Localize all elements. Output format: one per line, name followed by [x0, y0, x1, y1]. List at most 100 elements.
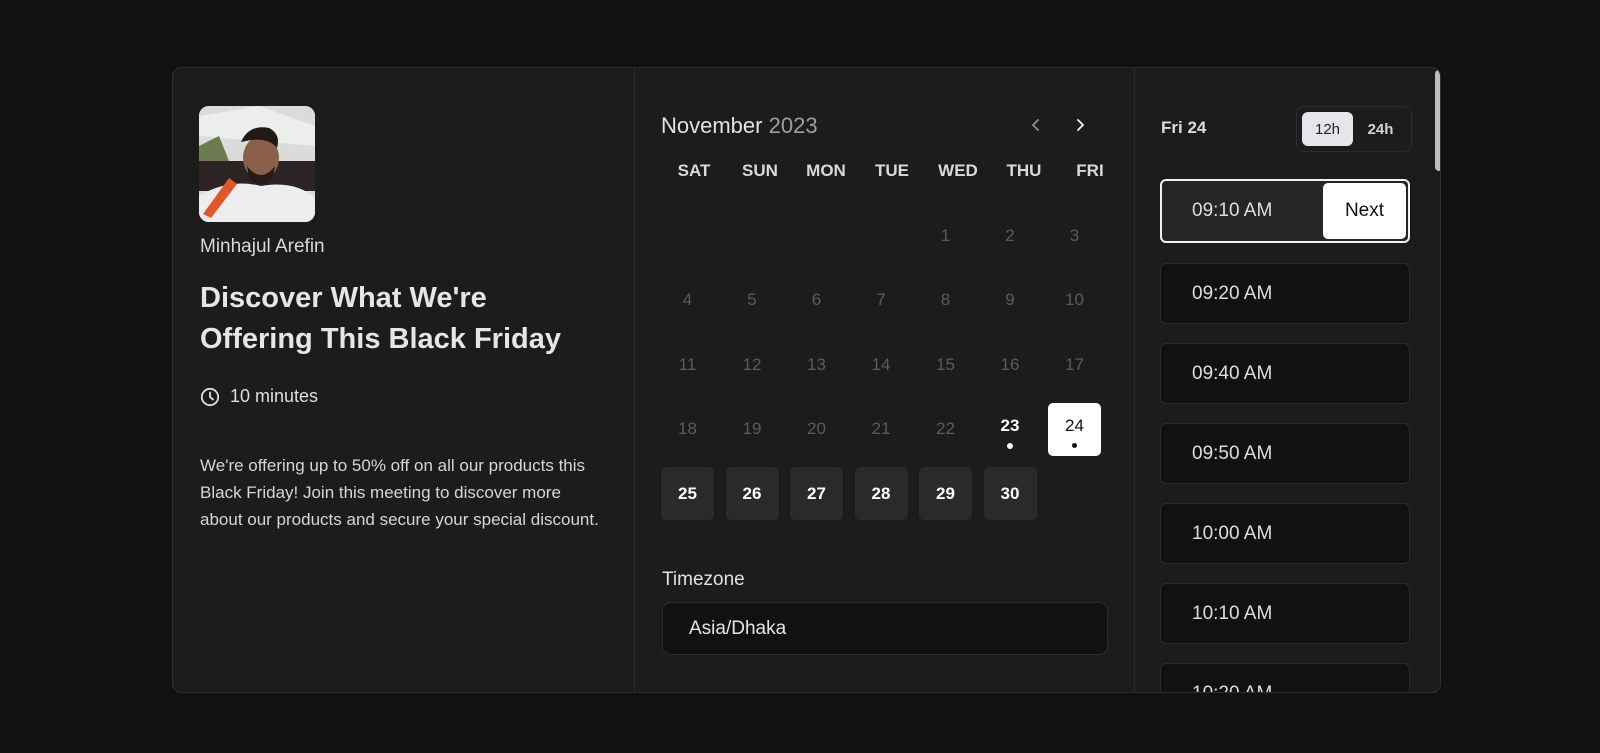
- selected-date-label: Fri 24: [1161, 118, 1207, 137]
- month-label: November: [661, 113, 763, 138]
- calendar-day: 3: [1048, 209, 1101, 262]
- weekday-label: WED: [938, 161, 978, 180]
- calendar-day[interactable]: 30: [983, 467, 1037, 520]
- weekday-label: SAT: [677, 161, 711, 180]
- column-divider: [1134, 68, 1135, 692]
- time-slot-label: 09:50 AM: [1192, 442, 1273, 464]
- weekday-header: SAT SUN MON TUE WED THU FRI: [661, 161, 1123, 181]
- day-number: 17: [1065, 354, 1084, 374]
- day-number: 4: [682, 290, 693, 309]
- year-label: 2023: [768, 113, 818, 138]
- chevron-left-icon: [1032, 119, 1039, 131]
- timezone-value: Asia/Dhaka: [689, 617, 787, 639]
- day-indicator-dot: [1072, 442, 1077, 448]
- time-slot-label: 09:10 AM: [1192, 200, 1273, 221]
- calendar-day: 15: [919, 338, 972, 391]
- day-number: 15: [936, 354, 955, 374]
- day-number: 22: [936, 419, 955, 438]
- calendar-day: 9: [984, 274, 1037, 327]
- calendar-day: 20: [790, 403, 843, 456]
- day-number: 8: [940, 290, 951, 309]
- calendar-day: 11: [661, 338, 714, 391]
- time-slot[interactable]: 10:00 AM: [1160, 503, 1410, 564]
- calendar-day: 4: [661, 274, 714, 327]
- format-24h-button[interactable]: 24h: [1355, 112, 1406, 146]
- time-slot-label: 10:20 AM: [1192, 682, 1273, 693]
- column-divider: [634, 68, 635, 692]
- weekday-label: FRI: [1076, 161, 1104, 180]
- avatar: [199, 106, 315, 222]
- day-number: 16: [1000, 354, 1020, 374]
- time-slot-selected[interactable]: 09:10 AM Next: [1160, 179, 1410, 243]
- time-slot[interactable]: 10:10 AM: [1160, 583, 1410, 644]
- calendar-day-selected[interactable]: 24: [1048, 402, 1101, 456]
- calendar-day: 18: [661, 403, 714, 456]
- time-slot-label: 10:10 AM: [1192, 602, 1273, 624]
- calendar-day: 22: [919, 403, 972, 456]
- time-slot-label: 09:20 AM: [1192, 282, 1273, 304]
- next-month-button[interactable]: [1067, 112, 1093, 138]
- time-slot[interactable]: 09:40 AM: [1160, 343, 1410, 404]
- day-number: 21: [871, 419, 891, 438]
- timezone-select[interactable]: Asia/Dhaka: [662, 602, 1108, 655]
- format-12h-button[interactable]: 12h: [1302, 112, 1353, 146]
- event-title: Discover What We're Offering This Black …: [200, 282, 561, 355]
- day-number: 19: [742, 419, 762, 438]
- calendar-day: 17: [1048, 338, 1101, 391]
- calendar-day: 12: [726, 338, 779, 391]
- calendar-day[interactable]: 27: [790, 467, 843, 520]
- host-photo: [199, 106, 315, 222]
- booking-card: Minhajul Arefin Discover What We're Offe…: [172, 67, 1441, 693]
- clock-icon: [200, 387, 220, 406]
- event-duration: 10 minutes: [200, 386, 318, 407]
- calendar-day[interactable]: 29: [919, 467, 972, 520]
- calendar-day: 23: [984, 403, 1037, 456]
- chevron-right-icon: [1077, 119, 1084, 131]
- day-number: 7: [876, 290, 886, 309]
- calendar-day: 21: [855, 403, 908, 456]
- scrollbar-thumb[interactable]: [1435, 70, 1440, 171]
- weekday-label: SUN: [742, 161, 778, 180]
- duration-text: 10 minutes: [230, 386, 319, 406]
- day-number: 6: [811, 290, 822, 309]
- calendar-day: 1: [919, 209, 972, 262]
- day-number: 25: [678, 483, 697, 503]
- day-number: 13: [807, 354, 826, 374]
- day-indicator-dot: [1007, 442, 1013, 449]
- day-number: 12: [742, 354, 762, 374]
- prev-month-button[interactable]: [1023, 112, 1049, 138]
- calendar-day: 13: [790, 338, 843, 391]
- month-year-title: November 2023: [661, 113, 818, 139]
- event-description: We're offering up to 50% off on all our …: [200, 456, 599, 529]
- time-slot[interactable]: 10:20 AM: [1160, 663, 1410, 693]
- day-number: 27: [807, 483, 826, 503]
- day-number: 29: [936, 483, 955, 503]
- calendar-day: 5: [726, 274, 779, 327]
- next-button[interactable]: Next: [1323, 183, 1406, 239]
- calendar-day: 16: [984, 338, 1037, 391]
- calendar-day: 7: [855, 274, 908, 327]
- day-number: 14: [871, 354, 891, 374]
- day-number: 5: [747, 290, 757, 309]
- time-slot[interactable]: 09:50 AM: [1160, 423, 1410, 484]
- weekday-label: MON: [806, 161, 846, 180]
- calendar-day[interactable]: 28: [854, 467, 908, 520]
- calendar-day: 14: [855, 338, 908, 391]
- calendar-day: 19: [726, 403, 779, 456]
- calendar-day: 2: [984, 209, 1037, 262]
- calendar-day[interactable]: 26: [725, 467, 779, 520]
- day-number: 11: [678, 354, 697, 374]
- calendar-day: 8: [919, 274, 972, 327]
- day-number: 23: [1000, 416, 1020, 435]
- day-number: 30: [1000, 483, 1020, 503]
- calendar-day: 6: [790, 274, 843, 327]
- day-number: 1: [940, 225, 951, 245]
- host-name: Minhajul Arefin: [200, 236, 325, 257]
- day-number: 26: [742, 483, 762, 503]
- calendar-day[interactable]: 25: [661, 467, 714, 520]
- day-number: 24: [1065, 416, 1084, 435]
- timezone-label: Timezone: [662, 569, 745, 590]
- day-number: 3: [1069, 225, 1080, 245]
- day-number: 9: [1005, 290, 1015, 309]
- time-slot[interactable]: 09:20 AM: [1160, 263, 1410, 324]
